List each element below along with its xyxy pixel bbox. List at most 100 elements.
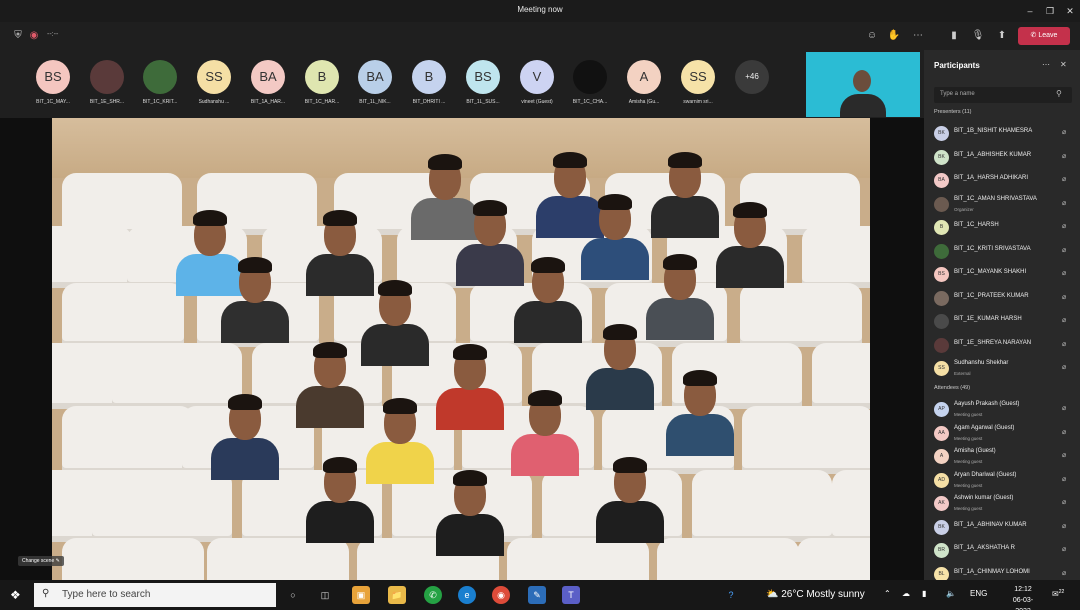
attendee-hair — [453, 470, 487, 486]
participant-row[interactable]: BK BIT_1B_NISHIT KHAMESRA ⌀ — [934, 124, 1074, 146]
show-hidden-icons[interactable]: ⌃ — [884, 589, 891, 598]
strip-participant[interactable]: BA BIT_1A_HAR... — [243, 60, 293, 114]
file-explorer-icon[interactable]: 📁 — [388, 586, 406, 604]
participant-row[interactable]: AD Aryan Dhariwal (Guest) Meeting guest ⌀ — [934, 471, 1074, 493]
auditorium-seat — [812, 343, 870, 409]
task-view-icon[interactable]: ◫ — [316, 586, 334, 604]
participant-row[interactable]: AA Agam Agarwal (Guest) Meeting guest ⌀ — [934, 424, 1074, 446]
avatar: AP — [934, 402, 949, 417]
battery-icon[interactable]: ▮ — [922, 589, 926, 598]
attendees-header[interactable]: Attendees (49) — [934, 385, 970, 391]
taskbar-search-input[interactable]: Type here to search — [34, 583, 276, 607]
camera-icon[interactable]: ▮ — [946, 28, 962, 44]
attendee-hair — [553, 152, 587, 168]
participant-row[interactable]: AK Ashwin kumar (Guest) Meeting guest ⌀ — [934, 494, 1074, 516]
strip-participant[interactable]: A Amisha (Gu... — [619, 60, 669, 114]
participant-name: BIT_1A_ABHINAV KUMAR — [954, 521, 1027, 528]
strip-participant[interactable]: BIT_1C_CHA... — [565, 60, 615, 114]
panel-more-icon[interactable]: ⋯ — [1042, 60, 1050, 69]
participant-search-input[interactable]: Type a name — [934, 87, 1072, 103]
auditorium-seat — [797, 538, 870, 580]
raise-hand-icon[interactable]: ✋ — [886, 28, 902, 44]
participant-row[interactable]: SS Sudhanshu Shekhar External ⌀ — [934, 359, 1074, 381]
participant-row[interactable]: BIT_1C_KRITI SRIVASTAVA ⌀ — [934, 242, 1074, 264]
participant-row[interactable]: BIT_1C_PRATEEK KUMAR ⌀ — [934, 289, 1074, 311]
participant-row[interactable]: AP Aayush Prakash (Guest) Meeting guest ⌀ — [934, 400, 1074, 422]
participant-role: Meeting guest — [954, 412, 983, 417]
strip-participant[interactable]: BS BIT_1L_SUS... — [458, 60, 508, 114]
avatar: SS — [681, 60, 715, 94]
store-icon[interactable]: ▣ — [352, 586, 370, 604]
title-bar: Meeting now – ❐ ✕ — [0, 0, 1080, 22]
participant-row[interactable]: BL BIT_1A_CHINMAY LOHOMI ⌀ — [934, 565, 1074, 580]
mic-off-icon: ⌀ — [1062, 199, 1067, 207]
participant-row[interactable]: BIT_1C_AMAN SHRIVASTAVA Organizer ⌀ — [934, 195, 1074, 217]
strip-participant-name: swarnim sri... — [683, 99, 713, 105]
participant-row[interactable]: BK BIT_1A_ABHINAV KUMAR ⌀ — [934, 518, 1074, 540]
whatsapp-icon[interactable]: ✆ — [424, 586, 442, 604]
notifications-icon[interactable]: ✉22 — [1052, 589, 1064, 599]
network-icon[interactable]: ☁ — [902, 589, 910, 598]
participant-row[interactable]: BA BIT_1A_HARSH ADHIKARI ⌀ — [934, 171, 1074, 193]
clock-date: 06-03-2022 — [1012, 597, 1034, 610]
minimize-icon[interactable]: – — [1022, 3, 1038, 19]
restore-icon[interactable]: ❐ — [1042, 3, 1058, 19]
strip-participant[interactable]: Vvineet (Guest) — [512, 60, 562, 114]
more-options-icon[interactable]: ⋯ — [910, 28, 926, 44]
taskbar-clock[interactable]: 12:12 06-03-2022 — [1008, 584, 1038, 610]
volume-icon[interactable]: 🔈 — [946, 589, 956, 598]
participant-row[interactable]: BR BIT_1A_AKSHATHA R ⌀ — [934, 541, 1074, 563]
participant-row[interactable]: BIT_1E_KUMAR HARSH ⌀ — [934, 312, 1074, 334]
auditorium-seat — [52, 226, 132, 288]
participant-role: Meeting guest — [954, 459, 983, 464]
auditorium-seat — [62, 406, 194, 474]
strip-participant[interactable]: BIT_1E_SHR... — [82, 60, 132, 114]
participant-row[interactable]: BK BIT_1A_ABHISHEK KUMAR ⌀ — [934, 148, 1074, 170]
auditorium-seat — [507, 538, 649, 580]
avatar — [90, 60, 124, 94]
attendee-hair — [323, 457, 357, 473]
attendee-body — [586, 368, 654, 410]
participant-name: Aayush Prakash (Guest) — [954, 401, 1020, 407]
strip-participant[interactable]: SS Sudhanshu ... — [189, 60, 239, 114]
avatar — [934, 290, 949, 306]
panel-close-icon[interactable]: ✕ — [1060, 60, 1067, 69]
presenters-header[interactable]: Presenters (11) — [934, 109, 972, 115]
help-icon[interactable]: ? — [722, 586, 740, 604]
participant-row[interactable]: BS BIT_1C_MAYANK SHAKHI ⌀ — [934, 265, 1074, 287]
windows-start-icon[interactable]: ❖ — [10, 588, 21, 602]
auditorium-seat — [62, 538, 204, 580]
mic-off-icon: ⌀ — [1062, 176, 1067, 183]
strip-participant[interactable]: BS BIT_1C_MAY... — [28, 60, 78, 114]
strip-participant[interactable]: SS swarnim sri... — [673, 60, 723, 114]
attendee-video-cutout — [357, 276, 433, 366]
leave-button[interactable]: ✆ Leave — [1018, 27, 1070, 45]
language-indicator[interactable]: ENG — [970, 589, 987, 598]
participants-panel: Participants ⋯ ✕ Type a name ⚲ Presenter… — [924, 50, 1080, 580]
people-icon[interactable]: ☺ — [864, 28, 880, 44]
share-screen-icon[interactable]: ⬆ — [994, 28, 1010, 44]
strip-participant[interactable]: BA BIT_1L_NIK... — [350, 60, 400, 114]
strip-participant[interactable]: BIT_1C_KRIT... — [135, 60, 185, 114]
teams-icon[interactable]: T — [562, 586, 580, 604]
mic-off-icon[interactable]: 🎙 — [970, 28, 986, 44]
participant-row[interactable]: BIT_1E_SHREYA NARAYAN ⌀ — [934, 336, 1074, 358]
chrome-icon[interactable]: ◉ — [492, 586, 510, 604]
attendee-video-cutout — [592, 453, 668, 543]
participant-row[interactable]: B BIT_1C_HARSH ⌀ — [934, 218, 1074, 240]
weather-widget[interactable]: ⛅ 26°C Mostly sunny — [766, 589, 865, 600]
cortana-icon[interactable]: ○ — [284, 586, 302, 604]
notepad-icon[interactable]: ✎ — [528, 586, 546, 604]
more-participants-button[interactable]: +46 — [735, 60, 769, 94]
attendee-hair — [228, 394, 262, 410]
edge-icon[interactable]: e — [458, 586, 476, 604]
attendee-body — [211, 438, 279, 480]
attendee-hair — [428, 154, 462, 170]
together-mode-scene — [52, 118, 870, 580]
change-scene-button[interactable]: Change scene ✎ — [18, 556, 64, 566]
strip-participant[interactable]: B BIT_DHRITI ... — [404, 60, 454, 114]
attendee-hair — [383, 398, 417, 414]
participant-row[interactable]: A Amisha (Guest) Meeting guest ⌀ — [934, 447, 1074, 469]
close-icon[interactable]: ✕ — [1062, 3, 1078, 19]
strip-participant[interactable]: B BIT_1C_HAR... — [297, 60, 347, 114]
